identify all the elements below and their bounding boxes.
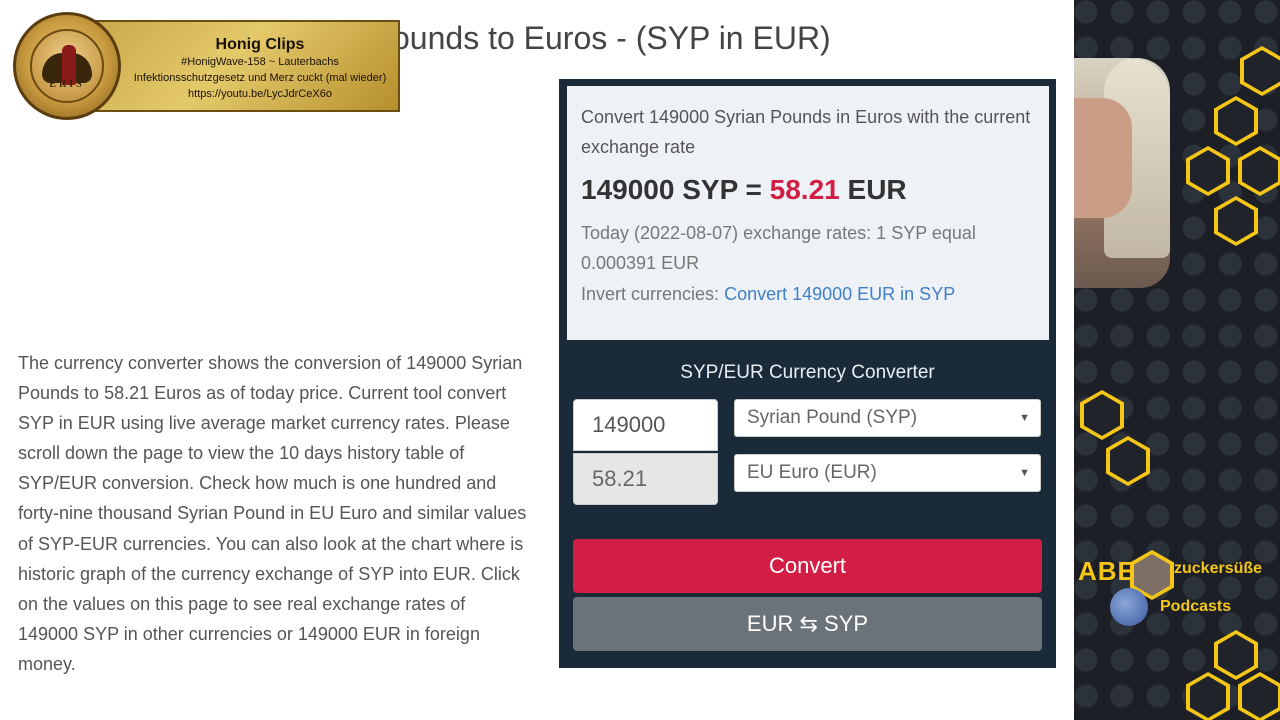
result-amount[interactable]: 58.21	[770, 174, 840, 205]
brand-abe: ABE	[1078, 556, 1136, 586]
convert-button[interactable]: Convert	[573, 539, 1042, 593]
honeycomb-glow-icon	[1214, 96, 1258, 146]
honeycomb-glow-icon	[1186, 146, 1230, 196]
podcast-brand: ABE zuckersüße Podcasts	[1074, 548, 1280, 638]
honeycomb-glow-icon	[1238, 672, 1280, 720]
result-headline: 149000 SYP = 58.21 EUR	[581, 174, 1035, 206]
swap-currencies-button[interactable]: EUR ⇆ SYP	[573, 597, 1042, 651]
eris-emblem	[30, 29, 104, 103]
result-box: Convert 149000 Syrian Pounds in Euros wi…	[567, 86, 1049, 340]
exchange-rate-text: Today (2022-08-07) exchange rates: 1 SYP…	[581, 223, 976, 273]
converter-title: SYP/EUR Currency Converter	[680, 362, 935, 383]
invert-link[interactable]: Convert 149000 EUR in SYP	[724, 284, 955, 304]
honeycomb-glow-icon	[1240, 46, 1280, 96]
honeycomb-glow-icon	[1186, 672, 1230, 720]
chevron-down-icon: ▼	[1019, 412, 1030, 424]
honig-clips-banner: Honig Clips #HonigWave-158 ~ Lauterbachs…	[88, 20, 400, 112]
logo-text: ERIS	[49, 79, 85, 90]
overlay-topic: Infektionsschutzgesetz und Merz cuckt (m…	[133, 72, 387, 84]
overlay-episode: #HonigWave-158 ~ Lauterbachs	[181, 56, 339, 68]
honeycomb-glow-icon	[1106, 436, 1150, 486]
honeycomb-glow-icon	[1080, 390, 1124, 440]
chevron-down-icon: ▼	[1019, 467, 1030, 479]
amount-input[interactable]: 149000	[573, 399, 718, 451]
honeycomb-glow-icon	[1238, 146, 1280, 196]
description-text: The currency converter shows the convers…	[18, 353, 527, 674]
result-to-code: EUR	[847, 174, 907, 205]
eris-logo: ERIS	[13, 12, 121, 120]
converter-panel: Convert 149000 Syrian Pounds in Euros wi…	[559, 79, 1056, 668]
webcam-strip: ABE zuckersüße Podcasts	[1074, 0, 1280, 720]
to-currency-label: EU Euro (EUR)	[747, 462, 877, 483]
result-from: 149000 SYP =	[581, 174, 762, 205]
webcam-person	[1074, 58, 1170, 288]
from-currency-select[interactable]: Syrian Pound (SYP) ▼	[734, 399, 1041, 437]
invert-label: Invert currencies:	[581, 284, 720, 304]
brand-podcasts: Podcasts	[1160, 598, 1232, 615]
overlay-title: Honig Clips	[215, 36, 305, 53]
to-currency-select[interactable]: EU Euro (EUR) ▼	[734, 454, 1041, 492]
globe-icon	[1110, 588, 1148, 626]
invert-line: Invert currencies: Convert 149000 EUR in…	[581, 284, 1035, 305]
amount-output: 58.21	[573, 453, 718, 505]
from-currency-label: Syrian Pound (SYP)	[747, 407, 918, 428]
face	[1074, 98, 1132, 218]
honeycomb-glow-icon	[1214, 196, 1258, 246]
brand-zucker: zuckersüße	[1174, 560, 1263, 577]
result-intro: Convert 149000 Syrian Pounds in Euros wi…	[581, 107, 1031, 157]
overlay-url: https://youtu.be/LycJdrCeX6o	[188, 88, 332, 100]
